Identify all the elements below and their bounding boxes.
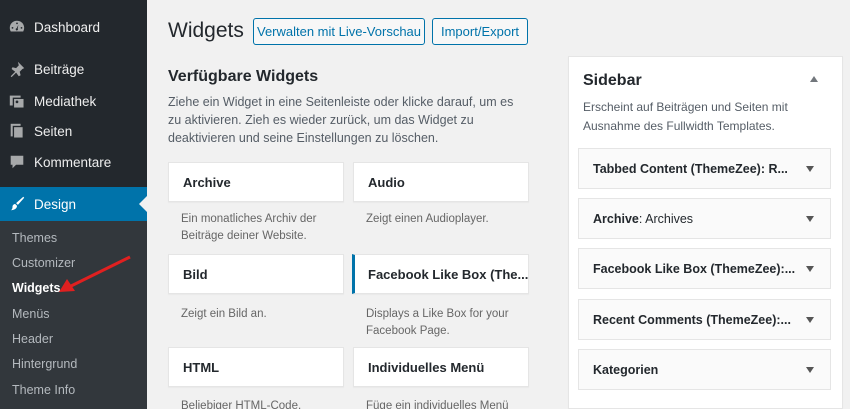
sidebar-widget-title: Facebook Like Box (ThemeZee):... bbox=[593, 261, 796, 276]
sidebar-widget-title: Tabbed Content (ThemeZee): R... bbox=[593, 161, 788, 176]
sidebar-title[interactable]: Sidebar bbox=[583, 72, 642, 90]
menu-item-mediathek[interactable]: Mediathek bbox=[0, 84, 147, 118]
current-menu-arrow bbox=[139, 196, 147, 212]
menu-item-seiten[interactable]: Seiten bbox=[0, 114, 147, 148]
sidebar-widget-kategorien[interactable]: Kategorien bbox=[578, 349, 831, 390]
menu-label-seiten: Seiten bbox=[34, 123, 73, 139]
import-export-button[interactable]: Import/Export bbox=[432, 18, 528, 45]
collapse-arrow-icon[interactable] bbox=[810, 76, 818, 82]
submenu-hintergrund[interactable]: Hintergrund bbox=[12, 357, 77, 371]
pages-icon bbox=[0, 122, 34, 140]
submenu-menues[interactable]: Menüs bbox=[12, 307, 50, 321]
sidebar-widget-area: Sidebar Erscheint auf Beiträgen und Seit… bbox=[568, 56, 843, 409]
admin-menu: Dashboard Beiträge Mediathek Seiten Komm… bbox=[0, 0, 147, 409]
manage-live-preview-button[interactable]: Verwalten mit Live-Vorschau bbox=[253, 18, 425, 45]
sidebar-widget-subtitle: : Archives bbox=[638, 211, 694, 226]
pin-icon bbox=[0, 60, 34, 78]
submenu-header[interactable]: Header bbox=[12, 332, 53, 346]
dashboard-icon bbox=[0, 18, 34, 36]
sidebar-widget-title: Recent Comments (ThemeZee):... bbox=[593, 312, 791, 327]
expand-caret-icon[interactable] bbox=[806, 317, 814, 323]
expand-caret-icon[interactable] bbox=[806, 367, 814, 373]
brush-icon bbox=[0, 195, 34, 213]
sidebar-description: Erscheint auf Beiträgen und Seiten mit A… bbox=[583, 100, 788, 133]
widget-bild-desc: Zeigt ein Bild an. bbox=[181, 308, 267, 320]
widget-archive-desc: Ein monatliches Archiv der Beiträge dein… bbox=[181, 213, 317, 242]
sidebar-widget-tabbed-content[interactable]: Tabbed Content (ThemeZee): R... bbox=[578, 148, 831, 189]
media-icon bbox=[0, 92, 34, 110]
widget-html-desc: Beliebiger HTML-Code. bbox=[181, 400, 302, 409]
expand-caret-icon[interactable] bbox=[806, 266, 814, 272]
menu-item-kommentare[interactable]: Kommentare bbox=[0, 145, 147, 179]
widget-html[interactable]: HTML bbox=[168, 347, 344, 387]
menu-item-design[interactable]: Design bbox=[0, 187, 147, 221]
expand-caret-icon[interactable] bbox=[806, 166, 814, 172]
sidebar-widget-facebook-like-box[interactable]: Facebook Like Box (ThemeZee):... bbox=[578, 248, 831, 289]
menu-label-dashboard: Dashboard bbox=[34, 19, 101, 35]
submenu-theme-info[interactable]: Theme Info bbox=[12, 383, 75, 397]
available-widgets-heading: Verfügbare Widgets bbox=[168, 68, 319, 85]
available-widgets-description: Ziehe ein Widget in eine Seitenleiste od… bbox=[168, 95, 514, 145]
sidebar-widget-archive[interactable]: Archive: Archives bbox=[578, 198, 831, 239]
widget-individuelles-menue[interactable]: Individuelles Menü bbox=[353, 347, 529, 387]
design-submenu: Themes Customizer Widgets Menüs Header H… bbox=[0, 221, 147, 409]
annotation-arrow-icon bbox=[59, 255, 131, 292]
menu-item-dashboard[interactable]: Dashboard bbox=[0, 10, 147, 44]
menu-label-kommentare: Kommentare bbox=[34, 154, 112, 170]
menu-item-beitraege[interactable]: Beiträge bbox=[0, 52, 147, 86]
sidebar-widget-title: Archive bbox=[593, 211, 639, 226]
expand-caret-icon[interactable] bbox=[806, 216, 814, 222]
widget-individuelles-menue-desc: Füge ein individuelles Menü bbox=[366, 400, 509, 409]
comments-icon bbox=[0, 153, 34, 171]
widget-audio-desc: Zeigt einen Audioplayer. bbox=[366, 213, 489, 225]
menu-label-beitraege: Beiträge bbox=[34, 61, 85, 77]
widget-facebook-like-box[interactable]: Facebook Like Box (The... bbox=[352, 254, 529, 294]
sidebar-widget-title: Kategorien bbox=[593, 362, 659, 377]
widget-audio[interactable]: Audio bbox=[353, 162, 529, 202]
widget-bild[interactable]: Bild bbox=[168, 254, 344, 294]
submenu-themes[interactable]: Themes bbox=[12, 231, 57, 245]
sidebar-widget-recent-comments[interactable]: Recent Comments (ThemeZee):... bbox=[578, 299, 831, 340]
menu-label-mediathek: Mediathek bbox=[34, 93, 97, 109]
widget-archive[interactable]: Archive bbox=[168, 162, 344, 202]
submenu-widgets[interactable]: Widgets bbox=[12, 281, 61, 295]
widget-facebook-like-box-desc: Displays a Like Box for your Facebook Pa… bbox=[366, 308, 509, 337]
page-title: Widgets bbox=[168, 19, 244, 42]
menu-label-design: Design bbox=[34, 196, 77, 212]
